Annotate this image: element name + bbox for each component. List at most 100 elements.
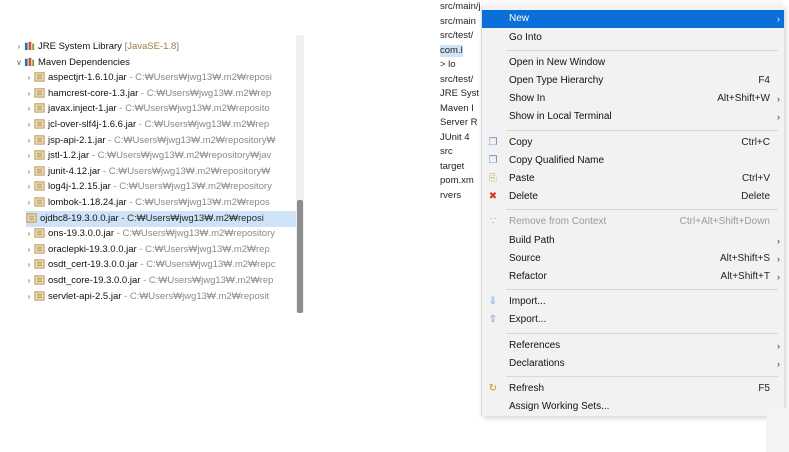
tree-row[interactable]: › junit-4.12.jar - C:₩Users₩jwg13₩.m2₩rep…: [0, 164, 306, 180]
menu-item-open-in-new-window[interactable]: Open in New Window: [482, 54, 784, 72]
menu-item-declarations[interactable]: Declarations ›: [482, 355, 784, 373]
explorer-row[interactable]: rvers: [440, 190, 461, 202]
menu-item-go-into[interactable]: Go Into: [482, 29, 784, 47]
menu-item-new[interactable]: New ›: [482, 10, 784, 28]
submenu-arrow-icon: ›: [777, 94, 780, 105]
expand-right-icon[interactable]: ›: [24, 70, 34, 86]
tree-row[interactable]: › osdt_core-19.3.0.0.jar - C:₩Users₩jwg13…: [0, 273, 306, 289]
menu-item-show-in-local-terminal[interactable]: Show in Local Terminal ›: [482, 108, 784, 126]
expand-right-icon[interactable]: ›: [24, 195, 34, 211]
menu-item-import[interactable]: ⇩ Import...: [482, 293, 784, 311]
menu-item-remove-from-context[interactable]: ∵ Remove from Context Ctrl+Alt+Shift+Down: [482, 213, 784, 231]
expand-right-icon[interactable]: ›: [24, 148, 34, 164]
tree-row[interactable]: ∨ Maven Dependencies: [0, 55, 306, 71]
tree-item-name: Maven Dependencies: [38, 56, 130, 68]
explorer-row[interactable]: Server R: [440, 117, 477, 129]
expand-right-icon[interactable]: ›: [24, 242, 34, 258]
tree-row[interactable]: › javax.inject-1.jar - C:₩Users₩jwg13₩.m2…: [0, 101, 306, 117]
menu-item-shortcut: Delete: [741, 191, 770, 203]
explorer-row[interactable]: src: [440, 146, 453, 158]
tree-scrollbar-thumb[interactable]: [297, 200, 303, 313]
menu-item-source[interactable]: Source Alt+Shift+S ›: [482, 250, 784, 268]
jar-icon: [26, 212, 37, 223]
menu-item-build-path[interactable]: Build Path ›: [482, 232, 784, 250]
project-explorer-tree: › JRE System Library [JavaSE-1.8] ∨ Maven D…: [0, 35, 306, 313]
tree-item-name: lombok-1.18.24.jar: [48, 197, 127, 208]
menu-item-assign-working-sets[interactable]: Assign Working Sets...: [482, 398, 784, 416]
menu-item-copy-qualified-name[interactable]: ❐ Copy Qualified Name: [482, 152, 784, 170]
tree-item-path: - C:₩Users₩jwg13₩.m2₩reposito: [116, 103, 270, 115]
tree-item-name: ojdbc8-19.3.0.0.jar: [40, 212, 119, 224]
expand-right-icon[interactable]: ›: [24, 164, 34, 180]
tree-row[interactable]: › servlet-api-2.5.jar - C:₩Users₩jwg13₩.m…: [0, 289, 306, 305]
expand-right-icon[interactable]: ›: [24, 86, 34, 102]
tree-row[interactable]: › lombok-1.18.24.jar - C:₩Users₩jwg13₩.m2…: [0, 195, 306, 211]
explorer-row[interactable]: > lo: [440, 59, 456, 71]
tree-item-name: oraclepki-19.3.0.0.jar: [48, 243, 137, 255]
submenu-arrow-icon: ›: [777, 14, 780, 24]
expand-right-icon[interactable]: ›: [24, 273, 34, 289]
menu-separator: [506, 209, 778, 211]
submenu-arrow-icon: ›: [777, 253, 780, 264]
expand-right-icon[interactable]: ›: [24, 179, 34, 195]
export-icon: ⇧: [488, 314, 498, 326]
menu-item-label: Declarations: [509, 357, 565, 369]
submenu-arrow-icon: ›: [777, 271, 780, 282]
menu-item-shortcut: Alt+Shift+T: [720, 270, 770, 282]
tree-item-path: - C:₩Users₩jwg13₩.m2₩repository: [110, 181, 272, 193]
remove-context-icon: ∵: [489, 216, 497, 228]
explorer-row[interactable]: target: [440, 161, 464, 173]
explorer-row[interactable]: com.l: [440, 44, 463, 57]
menu-item-paste[interactable]: ⎘ Paste Ctrl+V: [482, 170, 784, 188]
menu-item-delete[interactable]: ✖ Delete Delete: [482, 188, 784, 206]
tree-row[interactable]: › log4j-1.2.15.jar - C:₩Users₩jwg13₩.m2₩r…: [0, 179, 306, 195]
explorer-row[interactable]: JUnit 4: [440, 132, 470, 144]
menu-item-open-type-hierarchy[interactable]: Open Type Hierarchy F4: [482, 72, 784, 90]
explorer-row[interactable]: Maven I: [440, 103, 474, 115]
menu-separator: [506, 375, 778, 377]
menu-item-export[interactable]: ⇧ Export...: [482, 311, 784, 329]
expand-right-icon[interactable]: ›: [24, 226, 34, 242]
menu-item-label: Source: [509, 252, 541, 264]
tree-row[interactable]: › jstl-1.2.jar - C:₩Users₩jwg13₩.m2₩repos…: [0, 148, 306, 164]
explorer-row[interactable]: src/test/: [440, 74, 473, 86]
tree-item-path: - C:₩Users₩jwg13₩.m2₩repc: [137, 259, 276, 271]
menu-item-label: Export...: [509, 314, 547, 326]
explorer-row[interactable]: JRE Syst: [440, 88, 479, 100]
expand-down-icon[interactable]: ∨: [14, 55, 24, 71]
menu-separator: [506, 332, 778, 334]
jar-icon: [34, 258, 45, 269]
expand-right-icon[interactable]: ›: [24, 133, 34, 149]
menu-item-label: Show In: [509, 93, 546, 105]
tree-row-selected[interactable]: ›ojdbc8-19.3.0.0.jar - C:₩Users₩jwg13₩.m…: [26, 210, 298, 227]
menu-item-copy[interactable]: ❐ Copy Ctrl+C: [482, 134, 784, 152]
expand-right-icon[interactable]: ›: [14, 39, 24, 55]
library-icon: [24, 56, 35, 67]
menu-item-label: Delete: [509, 191, 538, 203]
tree-row[interactable]: › hamcrest-core-1.3.jar - C:₩Users₩jwg13₩…: [0, 86, 306, 102]
tree-row[interactable]: › JRE System Library [JavaSE-1.8]: [0, 39, 306, 55]
menu-item-label: Paste: [509, 172, 535, 184]
refresh-icon: ↻: [488, 382, 498, 394]
tree-row[interactable]: › jsp-api-2.1.jar - C:₩Users₩jwg13₩.m2₩re…: [0, 133, 306, 149]
explorer-row[interactable]: src/test/: [440, 30, 473, 42]
tree-row[interactable]: › ons-19.3.0.0.jar - C:₩Users₩jwg13₩.m2₩r…: [0, 226, 306, 242]
jar-icon: [34, 180, 45, 191]
expand-right-icon[interactable]: ›: [24, 101, 34, 117]
submenu-arrow-icon: ›: [777, 340, 780, 351]
tree-row[interactable]: › jcl-over-slf4j-1.6.6.jar - C:₩Users₩jwg…: [0, 117, 306, 133]
explorer-row[interactable]: src/main: [440, 16, 476, 28]
menu-item-refactor[interactable]: Refactor Alt+Shift+T ›: [482, 268, 784, 286]
tree-item-path: - C:₩Users₩jwg13₩.m2₩repository: [114, 228, 276, 240]
tree-item-name: jstl-1.2.jar: [48, 150, 90, 162]
tree-row[interactable]: › aspectjrt-1.6.10.jar - C:₩Users₩jwg13₩.…: [0, 70, 306, 86]
tree-row[interactable]: › oraclepki-19.3.0.0.jar - C:₩Users₩jwg13…: [0, 242, 306, 258]
expand-right-icon[interactable]: ›: [24, 289, 34, 305]
expand-right-icon[interactable]: ›: [24, 257, 34, 273]
tree-row[interactable]: › osdt_cert-19.3.0.0.jar - C:₩Users₩jwg13…: [0, 257, 306, 273]
menu-item-references[interactable]: References ›: [482, 337, 784, 355]
explorer-row[interactable]: pom.xm: [440, 175, 474, 187]
menu-item-refresh[interactable]: ↻ Refresh F5: [482, 380, 784, 398]
expand-right-icon[interactable]: ›: [24, 117, 34, 133]
menu-item-show-in[interactable]: Show In Alt+Shift+W ›: [482, 90, 784, 108]
